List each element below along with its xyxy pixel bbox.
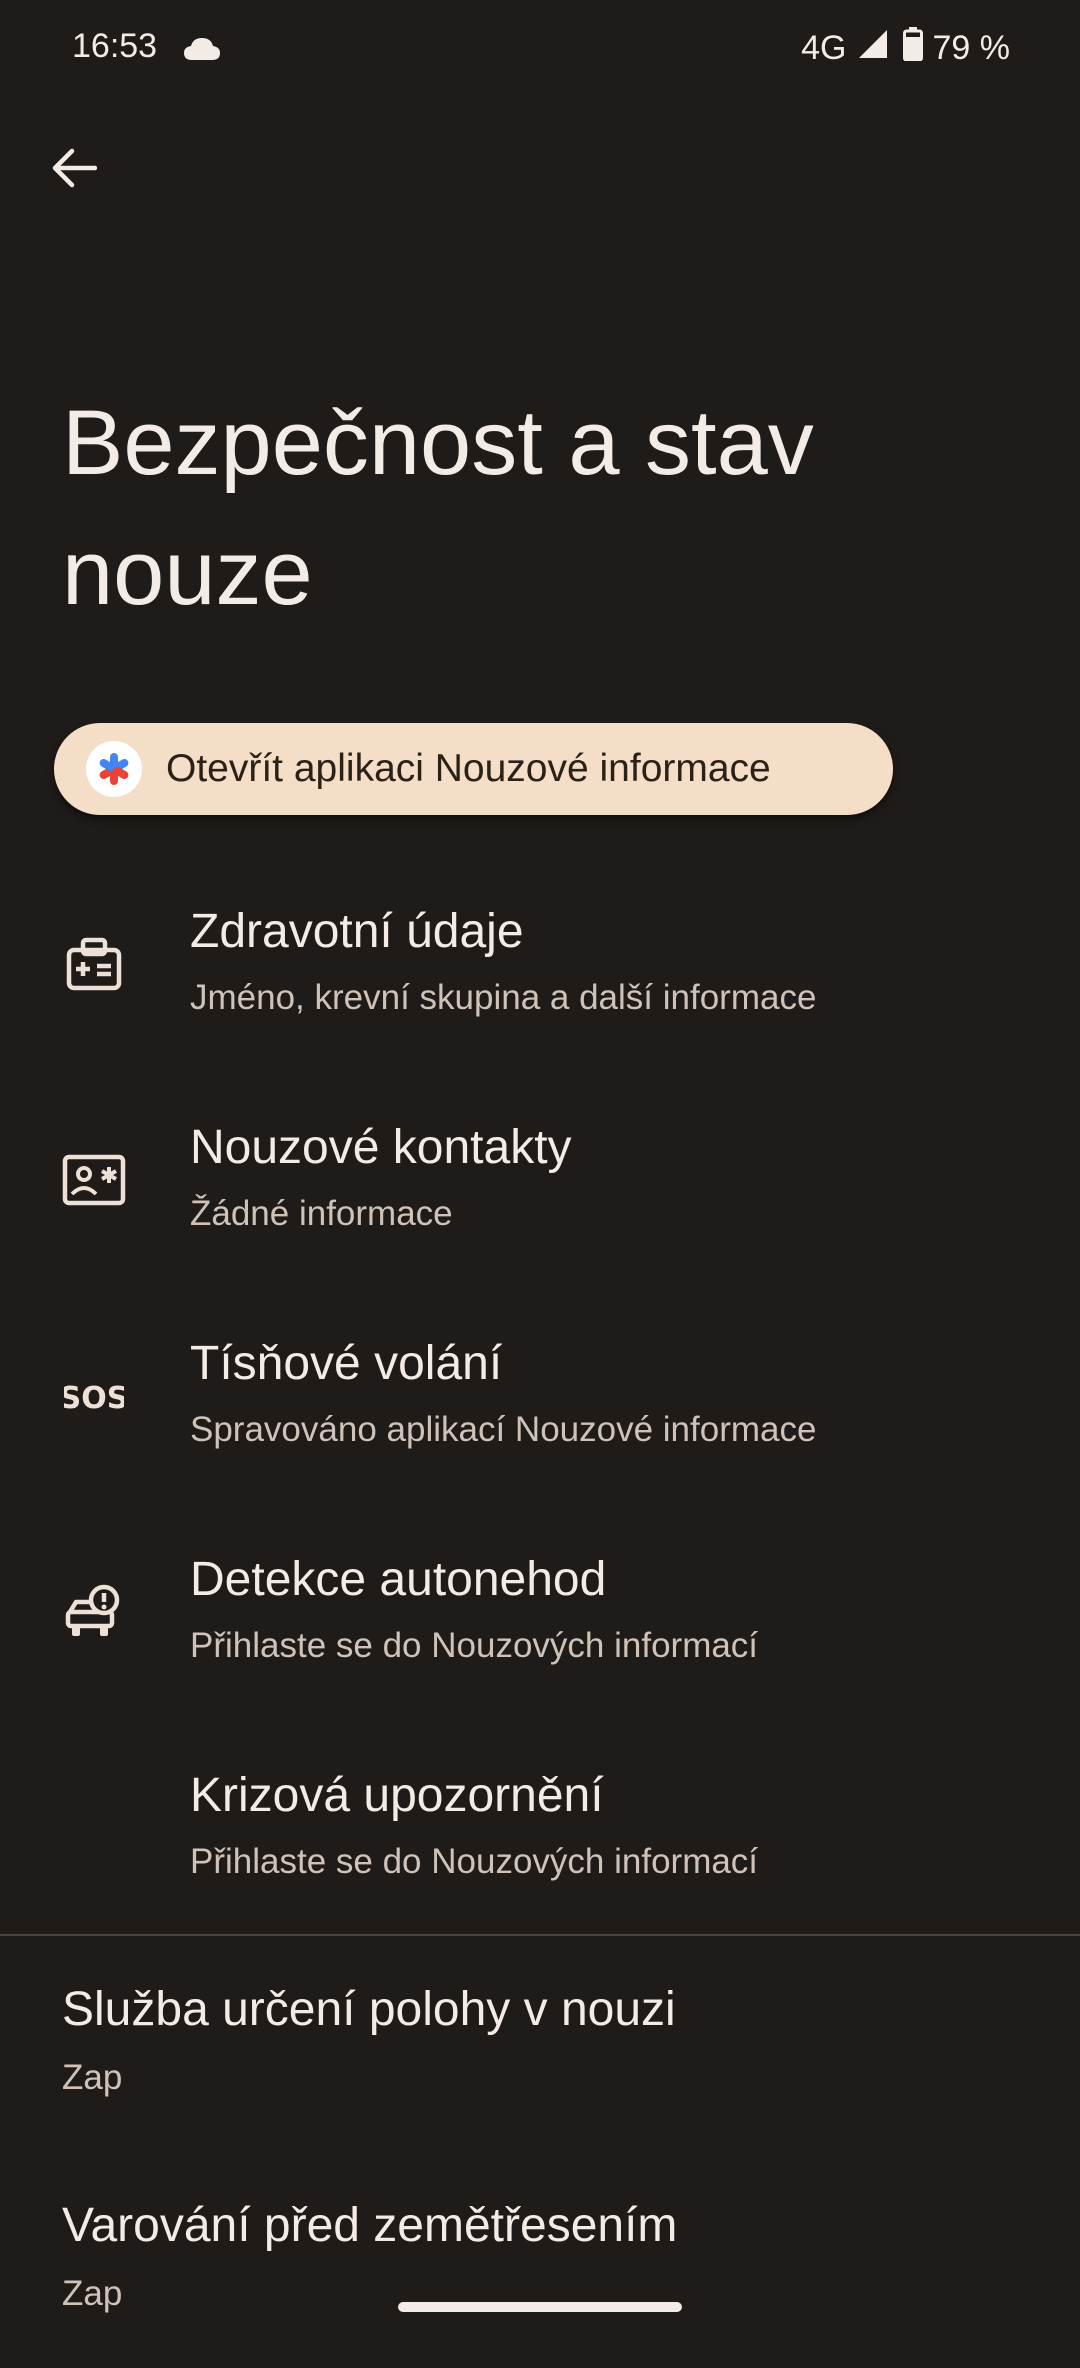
contact-card-icon	[58, 1144, 130, 1216]
sos-icon: SOS	[58, 1360, 130, 1432]
item-title: Nouzové kontakty	[190, 1121, 572, 1174]
open-emergency-info-label: Otevřít aplikaci Nouzové informace	[166, 747, 771, 790]
list-item-medical-info[interactable]: Zdravotní údaje Jméno, krevní skupina a …	[0, 856, 1080, 1072]
cloud-icon	[182, 36, 222, 67]
setting-title: Varování před zemětřesením	[62, 2199, 678, 2252]
battery-percentage: 79 %	[932, 29, 1011, 67]
item-subtitle: Jméno, krevní skupina a další informace	[190, 978, 817, 1017]
gesture-navigation-bar[interactable]	[398, 2302, 682, 2312]
setting-earthquake-alerts[interactable]: Varování před zemětřesením Zap	[0, 2152, 1080, 2368]
item-subtitle: Přihlaste se do Nouzových informací	[190, 1626, 759, 1665]
back-button[interactable]	[40, 134, 108, 202]
medical-id-icon	[58, 928, 130, 1000]
setting-status: Zap	[62, 2274, 123, 2313]
item-title: Detekce autonehod	[190, 1553, 607, 1606]
svg-text:SOS: SOS	[64, 1381, 124, 1414]
car-crash-icon	[58, 1576, 130, 1648]
item-title: Zdravotní údaje	[190, 905, 524, 958]
setting-emergency-location-service[interactable]: Služba určení polohy v nouzi Zap	[0, 1936, 1080, 2152]
item-subtitle: Žádné informace	[190, 1194, 453, 1233]
list-item-crisis-alerts[interactable]: Krizová upozornění Přihlaste se do Nouzo…	[0, 1720, 1080, 1936]
page-title: Bezpečnost a stav nouze	[62, 392, 814, 624]
back-arrow-icon	[52, 148, 97, 188]
emergency-info-app-icon	[86, 741, 142, 797]
list-item-car-crash-detection[interactable]: Detekce autonehod Přihlaste se do Nouzov…	[0, 1504, 1080, 1720]
status-indicators: 4G 79 %	[801, 27, 1010, 70]
item-subtitle: Přihlaste se do Nouzových informací	[190, 1842, 759, 1881]
status-time: 16:53	[72, 27, 158, 65]
signal-icon	[857, 28, 889, 69]
open-emergency-info-button[interactable]: Otevřít aplikaci Nouzové informace	[54, 723, 893, 815]
list-item-emergency-contacts[interactable]: Nouzové kontakty Žádné informace	[0, 1072, 1080, 1288]
list-item-emergency-sos[interactable]: SOS Tísňové volání Spravováno aplikací N…	[0, 1288, 1080, 1504]
battery-icon	[902, 27, 923, 70]
setting-title: Služba určení polohy v nouzi	[62, 1983, 676, 2036]
item-title: Tísňové volání	[190, 1337, 503, 1390]
setting-status: Zap	[62, 2058, 123, 2097]
item-title: Krizová upozornění	[190, 1769, 604, 1822]
network-type: 4G	[801, 29, 847, 67]
item-subtitle: Spravováno aplikací Nouzové informace	[190, 1410, 817, 1449]
status-bar: 16:53 4G 79 %	[0, 0, 1080, 100]
